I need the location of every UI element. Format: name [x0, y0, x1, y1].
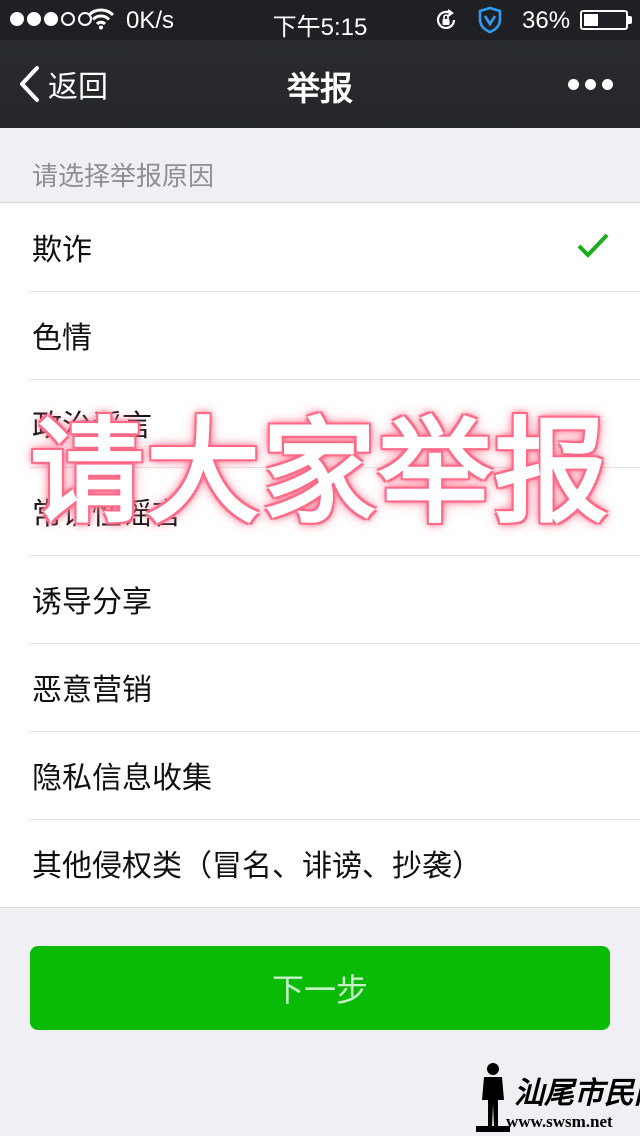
reason-item-pornography[interactable]: 色情 [0, 291, 640, 379]
status-bar: 0K/s 下午5:15 36% [0, 0, 640, 41]
reason-item-fraud[interactable]: 欺诈 [0, 203, 640, 291]
reason-label: 色情 [32, 321, 92, 356]
section-header: 请选择举报原因 [32, 162, 215, 192]
reason-item-malicious-marketing[interactable]: 恶意营销 [0, 643, 640, 731]
person-silhouette-icon [476, 1063, 510, 1132]
reason-item-other-infringement[interactable]: 其他侵权类（冒名、诽谤、抄袭） [0, 819, 640, 907]
orientation-lock-icon [436, 9, 456, 29]
reason-item-political-rumor[interactable]: 政治谣言 [0, 379, 640, 467]
next-step-button[interactable]: 下一步 [30, 946, 610, 1030]
nav-bar: 返回 举报 [0, 40, 640, 128]
shield-icon [478, 6, 502, 34]
reason-item-common-sense-rumor[interactable]: 常识性谣言 [0, 467, 640, 555]
reason-label: 恶意营销 [32, 673, 152, 708]
chevron-left-icon [20, 66, 39, 102]
check-icon [577, 233, 609, 258]
reason-label: 其他侵权类（冒名、诽谤、抄袭） [32, 849, 482, 884]
site-watermark: 汕尾市民网 www.swsm.net [470, 1062, 640, 1136]
watermark-url: www.swsm.net [506, 1112, 613, 1131]
reason-list: 欺诈 色情 政治谣言 常识性谣言 诱导分享 恶意营销 隐私信息收集 其他侵权类（… [0, 202, 640, 908]
battery-percent: 36% [522, 7, 571, 34]
back-label: 返回 [48, 70, 108, 105]
reason-label: 隐私信息收集 [32, 761, 212, 796]
battery-nub [628, 16, 632, 24]
battery-icon [580, 10, 628, 30]
reason-label: 政治谣言 [32, 409, 152, 444]
more-dots-icon[interactable] [560, 70, 620, 98]
reason-item-induced-sharing[interactable]: 诱导分享 [0, 555, 640, 643]
watermark-name: 汕尾市民网 [514, 1076, 640, 1111]
reason-label: 诱导分享 [32, 585, 152, 620]
reason-label: 欺诈 [32, 233, 92, 268]
back-button[interactable]: 返回 [18, 62, 108, 106]
reason-label: 常识性谣言 [32, 497, 182, 532]
reason-item-privacy-collection[interactable]: 隐私信息收集 [0, 731, 640, 819]
